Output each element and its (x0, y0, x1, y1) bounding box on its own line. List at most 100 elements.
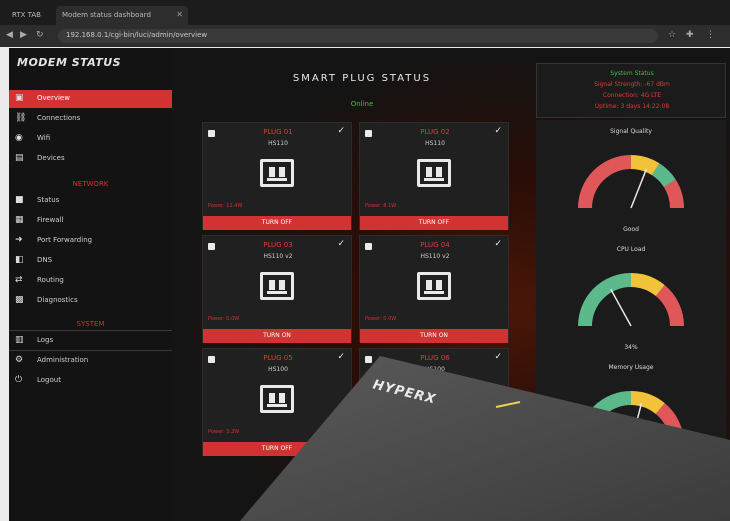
logs-icon: ▥ (15, 335, 24, 345)
back-icon[interactable]: ◀ (6, 30, 13, 40)
sidebar-divider (9, 330, 172, 331)
plug-icon (417, 272, 451, 300)
page-title: SMART PLUG STATUS (292, 73, 432, 84)
check-icon[interactable]: ✓ (494, 126, 502, 136)
toggle-power-button[interactable]: TURN OFF (203, 216, 351, 230)
device-name: PLUG 03 (263, 241, 293, 249)
device-name: PLUG 01 (263, 128, 293, 136)
status-dot-icon (208, 243, 215, 250)
tab-label: RTX TAB (12, 11, 41, 19)
sidebar-item-label: Logout (37, 376, 61, 384)
check-icon[interactable]: ✓ (337, 239, 345, 249)
device-card: ✓ PLUG 02 HS110 Power: 8.1W TURN OFF (359, 122, 509, 230)
check-icon[interactable]: ✓ (337, 126, 345, 136)
devices-icon: ▤ (15, 153, 24, 163)
sidebar-item-label: DNS (37, 256, 53, 264)
device-card: ✓ PLUG 04 HS110 v2 Power: 0.0W TURN ON (359, 235, 509, 343)
toggle-power-button[interactable]: TURN OFF (360, 216, 508, 230)
sidebar-item-logout[interactable]: ⏻ Logout (9, 372, 172, 390)
device-card: ✓ PLUG 03 HS110 v2 Power: 0.0W TURN ON (202, 235, 352, 343)
sidebar: MODEM STATUS ▣ Overview ⛓ Connections ◉ Wifi ▤… (9, 48, 172, 521)
system-info-box: System Status Signal Strength: -67 dBm C… (536, 63, 726, 118)
forward-icon: ➜ (15, 235, 23, 245)
device-model: HS100 (425, 366, 445, 373)
sidebar-item-label: Status (37, 196, 60, 204)
sidebar-item-port-forwarding[interactable]: ➜ Port Forwarding (9, 232, 172, 250)
status-dot-icon (365, 130, 372, 137)
gauge-title: Memory Usage (608, 364, 654, 371)
gauge-band (578, 391, 632, 445)
device-status: Power: 8.1W (365, 203, 397, 209)
close-icon[interactable]: ✕ (176, 10, 183, 19)
sidebar-item-devices[interactable]: ▤ Devices (9, 150, 172, 168)
sidebar-item-label: Logs (37, 336, 54, 344)
browser-tab-1[interactable]: RTX TAB (6, 6, 50, 25)
device-name: PLUG 02 (420, 128, 450, 136)
extension-icon[interactable]: ✚ (686, 30, 694, 40)
main-content: SMART PLUG STATUS Online ✓ PLUG 01 HS110 Po… (172, 48, 730, 521)
sidebar-divider (9, 350, 172, 351)
device-model: HS110 v2 (420, 253, 450, 260)
admin-icon: ⚙ (15, 355, 24, 365)
gauge-value: 34% (624, 344, 638, 351)
gauge-value: 58% (624, 462, 638, 469)
sidebar-item-wifi[interactable]: ◉ Wifi (9, 130, 172, 148)
toggle-power-button[interactable]: TURN OFF (203, 442, 351, 456)
plug-icon (260, 272, 294, 300)
gauge-band (578, 273, 632, 327)
app-window: RTX TAB Modem status dashboard ✕ ◀ ▶ ↻ 19… (0, 0, 730, 521)
star-icon[interactable]: ☆ (668, 30, 676, 40)
url-field[interactable]: 192.168.0.1/cgi-bin/luci/admin/overview (58, 29, 658, 43)
check-icon[interactable]: ✓ (494, 239, 502, 249)
plug-icon (260, 385, 294, 413)
status-subtitle: Online (350, 100, 374, 108)
link-icon: ⛓ (15, 113, 27, 123)
routing-icon: ⇄ (15, 275, 23, 285)
check-icon[interactable]: ✓ (494, 352, 502, 362)
sidebar-item-diagnostics[interactable]: ▩ Diagnostics (9, 292, 172, 310)
info-line-2: Connection: 4G LTE (602, 92, 662, 99)
logout-icon: ⏻ (15, 375, 23, 385)
forward-icon[interactable]: ▶ (20, 30, 27, 40)
sidebar-item-label: Wifi (37, 134, 51, 142)
sidebar-item-logs[interactable]: ▥ Logs (9, 332, 172, 350)
status-dot-icon (208, 130, 215, 137)
wifi-icon: ◉ (15, 133, 23, 143)
sidebar-item-firewall[interactable]: ▦ Firewall (9, 212, 172, 230)
sidebar-item-status[interactable]: ■ Status (9, 192, 172, 210)
toggle-power-button[interactable]: TURN ON (360, 329, 508, 343)
sidebar-item-label: Devices (37, 154, 65, 162)
dashboard-icon: ▣ (15, 93, 24, 103)
reload-icon[interactable]: ↻ (36, 30, 44, 40)
toggle-power-button[interactable]: TURN OFF (360, 442, 508, 456)
sidebar-item-administration[interactable]: ⚙ Administration (9, 352, 172, 370)
sidebar-item-label: Administration (37, 356, 89, 364)
info-title: System Status (610, 70, 654, 77)
sidebar-item-dns[interactable]: ◧ DNS (9, 252, 172, 270)
status-icon: ■ (15, 195, 24, 205)
gauge-band (630, 273, 665, 297)
device-status: Power: 5.6W (365, 429, 397, 435)
sidebar-item-overview[interactable]: ▣ Overview (9, 90, 172, 108)
menu-icon[interactable]: ⋮ (706, 30, 715, 40)
gauge-meter (578, 391, 684, 445)
device-status: Power: 0.0W (208, 316, 240, 322)
device-name: PLUG 06 (420, 354, 450, 362)
status-dot-icon (365, 356, 372, 363)
diagnostics-icon: ▩ (15, 295, 24, 305)
gauge-band (630, 391, 665, 415)
check-icon[interactable]: ✓ (337, 352, 345, 362)
sidebar-item-label: Overview (37, 94, 70, 102)
sidebar-item-routing[interactable]: ⇄ Routing (9, 272, 172, 290)
browser-tab-2[interactable]: Modem status dashboard ✕ (56, 6, 188, 25)
gauge-panel: Signal Quality Good CPU Load 34% Memory Usag… (536, 120, 726, 480)
browser-tab-bar: RTX TAB Modem status dashboard ✕ (0, 0, 730, 25)
tab-label: Modem status dashboard (62, 11, 151, 19)
sidebar-item-label: Firewall (37, 216, 64, 224)
gauge-needle (630, 403, 643, 445)
device-model: HS100 (268, 366, 288, 373)
gauge-band (655, 285, 684, 327)
toggle-power-button[interactable]: TURN ON (203, 329, 351, 343)
sidebar-item-connections[interactable]: ⛓ Connections (9, 110, 172, 128)
sidebar-item-label: Port Forwarding (37, 236, 93, 244)
